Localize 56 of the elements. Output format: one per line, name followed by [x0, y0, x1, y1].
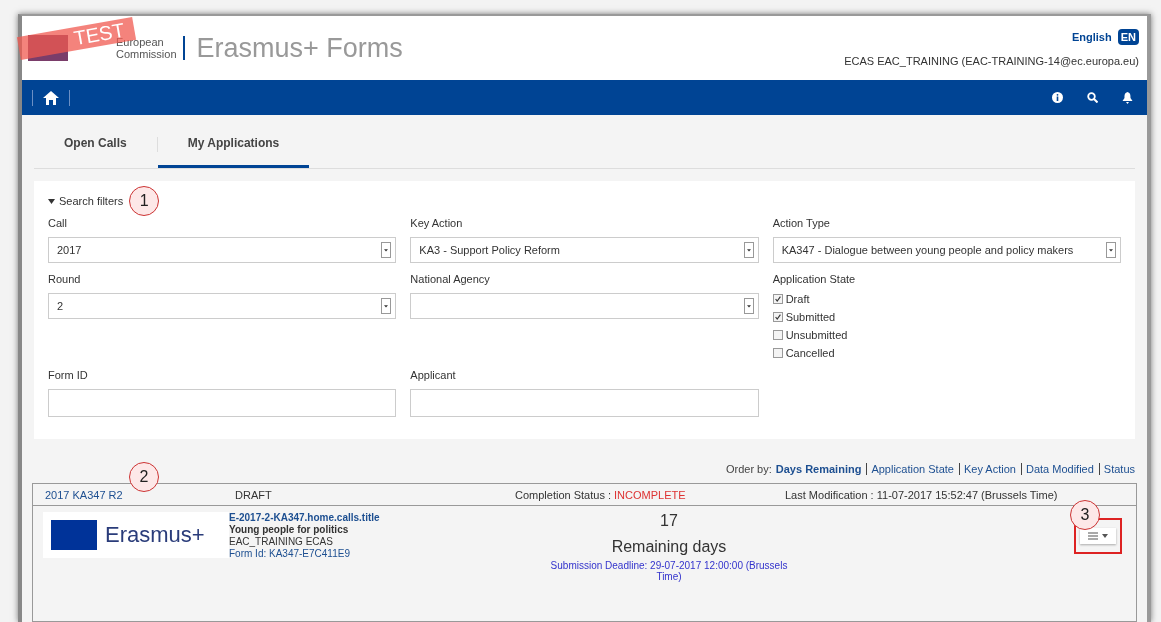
checkbox[interactable] — [772, 312, 783, 322]
remaining-days-label: Remaining days — [611, 538, 727, 556]
field-label: Application State — [772, 273, 857, 285]
logo-text: Erasmus+ — [105, 522, 205, 548]
caret-icon[interactable] — [1102, 534, 1108, 538]
order-by-label: Order by: — [725, 463, 772, 475]
callout-marker: 1 — [129, 186, 160, 216]
select-field[interactable]: KA347 - Dialogue between young people and policy makers — [772, 237, 1121, 263]
checkbox[interactable] — [772, 330, 783, 340]
checkbox-label[interactable]: Submitted — [785, 311, 836, 323]
search-filters-toggle[interactable]: Search filters — [48, 195, 124, 207]
select-field[interactable] — [410, 293, 759, 319]
input-field[interactable] — [48, 389, 397, 417]
caret-icon[interactable] — [48, 197, 55, 205]
tab[interactable]: My Applications — [157, 121, 310, 168]
input-field[interactable] — [410, 389, 759, 417]
field-label: Action Type — [772, 217, 831, 229]
form-id: Form Id: KA347-E7C411E9 — [229, 548, 351, 560]
bell-icon[interactable] — [1122, 91, 1133, 104]
checkbox-label[interactable]: Cancelled — [785, 347, 835, 359]
tab[interactable]: Open Calls — [34, 121, 157, 168]
sort-link[interactable]: Status — [1103, 463, 1135, 475]
select-field[interactable]: KA3 - Support Policy Reform — [410, 237, 759, 263]
language-link[interactable]: English — [1072, 31, 1112, 43]
sort-link[interactable]: Days Remaining — [775, 463, 868, 475]
last-modification: Last Modification : 11-07-2017 15:52:47 (Brussels Time) — [785, 488, 1059, 501]
application-subtitle: Young people for politics — [229, 524, 350, 536]
remaining-days-count: 17 — [660, 512, 678, 530]
application-state: DRAFT — [235, 488, 273, 501]
sort-link[interactable]: Key Action — [963, 463, 1022, 475]
completion-status: Completion Status : INCOMPLETE — [515, 488, 687, 501]
submission-deadline: Submission Deadline: 29-07-2017 12:00:00 (Brussels Time) — [549, 560, 789, 582]
info-icon[interactable] — [1052, 91, 1063, 103]
owner-text: EAC_TRAINING ECAS — [229, 536, 334, 548]
field-label: Applicant — [410, 369, 457, 381]
search-icon[interactable] — [1087, 91, 1098, 103]
field-label: National Agency — [410, 273, 491, 285]
checkbox-label[interactable]: Draft — [785, 293, 810, 305]
language-badge[interactable]: EN — [1117, 29, 1139, 45]
checkbox[interactable] — [772, 294, 783, 304]
app-title: Erasmus+ Forms — [196, 32, 403, 64]
checkbox-label[interactable]: Unsubmitted — [785, 329, 848, 341]
application-title-link[interactable]: E-2017-2-KA347.home.calls.title — [229, 512, 519, 524]
field-label: Key Action — [410, 217, 464, 229]
select-field[interactable]: 2 — [48, 293, 397, 319]
select-field[interactable]: 2017 — [48, 237, 397, 263]
sort-link[interactable]: Application State — [871, 463, 960, 475]
user-name: ECAS EAC_TRAINING (EAC-TRAINING-14@ec.europa.eu) — [844, 55, 1139, 67]
home-icon[interactable] — [43, 90, 59, 105]
sort-link[interactable]: Data Modified — [1025, 463, 1100, 475]
callout-marker: 2 — [129, 462, 159, 492]
callout-marker: 3 — [1070, 500, 1100, 530]
field-label: Form ID — [48, 369, 89, 381]
field-label: Round — [48, 273, 82, 285]
checkbox[interactable] — [772, 348, 783, 358]
field-label: Call — [48, 217, 68, 229]
